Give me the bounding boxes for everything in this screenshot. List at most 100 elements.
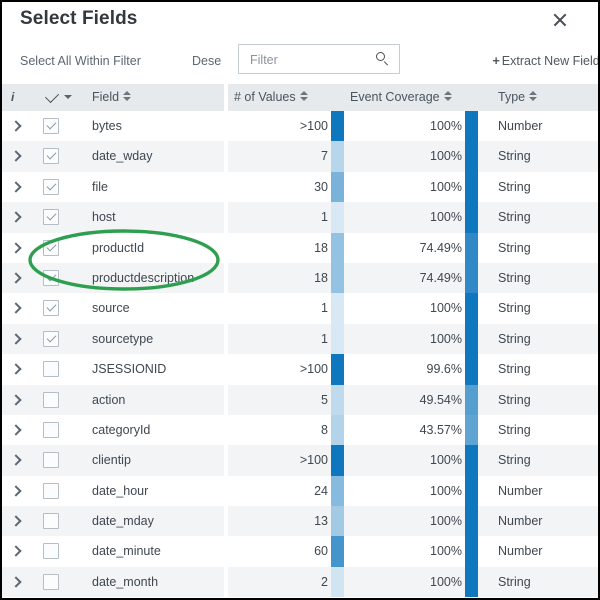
close-icon[interactable] <box>550 10 570 30</box>
row-checkbox[interactable] <box>43 452 59 468</box>
row-checkbox[interactable] <box>43 361 59 377</box>
row-checkbox[interactable] <box>43 422 59 438</box>
event-coverage: 100% <box>347 149 462 163</box>
num-values-bar <box>331 536 344 566</box>
num-values: 1 <box>228 301 328 315</box>
table-row[interactable]: host1100%String <box>2 202 598 232</box>
field-name: date_hour <box>92 484 148 498</box>
num-values: 8 <box>228 423 328 437</box>
row-checkbox[interactable] <box>43 392 59 408</box>
row-checkbox[interactable] <box>43 240 59 256</box>
row-checkbox[interactable] <box>43 331 59 347</box>
num-values: >100 <box>228 362 328 376</box>
num-values-bar <box>331 293 344 323</box>
table-row[interactable]: date_mday13100%Number <box>2 506 598 536</box>
num-values-bar <box>331 476 344 506</box>
deselect-all-button[interactable]: Dese <box>192 54 221 68</box>
row-checkbox[interactable] <box>43 179 59 195</box>
expand-row-chevron-right-icon[interactable] <box>11 149 20 163</box>
row-checkbox[interactable] <box>43 300 59 316</box>
table-row[interactable]: JSESSIONID>10099.6%String <box>2 354 598 384</box>
row-checkbox[interactable] <box>43 513 59 529</box>
expand-row-chevron-right-icon[interactable] <box>11 241 20 255</box>
expand-row-chevron-right-icon[interactable] <box>11 210 20 224</box>
table-row[interactable]: sourcetype1100%String <box>2 324 598 354</box>
expand-row-chevron-right-icon[interactable] <box>11 180 20 194</box>
column-header-field[interactable]: Field <box>92 90 131 104</box>
num-values-bar <box>331 324 344 354</box>
num-values: >100 <box>228 453 328 467</box>
field-type: String <box>498 393 531 407</box>
expand-row-chevron-right-icon[interactable] <box>11 514 20 528</box>
event-coverage: 100% <box>347 484 462 498</box>
expand-row-chevron-right-icon[interactable] <box>11 332 20 346</box>
table-row[interactable]: date_hour24100%Number <box>2 476 598 506</box>
row-checkbox[interactable] <box>43 209 59 225</box>
table-row[interactable]: bytes>100100%Number <box>2 111 598 141</box>
table-row[interactable]: date_minute60100%Number <box>2 536 598 566</box>
num-values: 24 <box>228 484 328 498</box>
extract-new-fields-label: Extract New Fields <box>502 54 600 68</box>
expand-row-chevron-right-icon[interactable] <box>11 544 20 558</box>
event-coverage: 100% <box>347 332 462 346</box>
table-row[interactable]: productId1874.49%String <box>2 233 598 263</box>
expand-row-chevron-right-icon[interactable] <box>11 119 20 133</box>
select-all-within-filter-button[interactable]: Select All Within Filter <box>20 54 141 68</box>
column-header-event-coverage[interactable]: Event Coverage <box>350 90 452 104</box>
table-row[interactable]: source1100%String <box>2 293 598 323</box>
expand-row-chevron-right-icon[interactable] <box>11 423 20 437</box>
field-name: productdescription <box>92 271 194 285</box>
row-checkbox[interactable] <box>43 148 59 164</box>
event-coverage: 49.54% <box>347 393 462 407</box>
column-header-event-coverage-label: Event Coverage <box>350 90 440 104</box>
table-row[interactable]: date_month2100%String <box>2 567 598 597</box>
expand-row-chevron-right-icon[interactable] <box>11 453 20 467</box>
row-checkbox[interactable] <box>43 574 59 590</box>
num-values: 1 <box>228 210 328 224</box>
num-values: 2 <box>228 575 328 589</box>
num-values: 18 <box>228 241 328 255</box>
filter-search-box[interactable] <box>238 44 400 74</box>
sort-icon <box>300 91 308 102</box>
sort-icon <box>444 91 452 102</box>
event-coverage: 100% <box>347 575 462 589</box>
field-type: String <box>498 332 531 346</box>
event-coverage-bar <box>465 415 478 445</box>
num-values: 18 <box>228 271 328 285</box>
row-checkbox[interactable] <box>43 118 59 134</box>
table-row[interactable]: file30100%String <box>2 172 598 202</box>
num-values: 60 <box>228 544 328 558</box>
event-coverage: 100% <box>347 180 462 194</box>
row-checkbox[interactable] <box>43 543 59 559</box>
field-name: date_minute <box>92 544 161 558</box>
search-input[interactable] <box>248 45 374 75</box>
check-icon <box>45 89 59 103</box>
table-row[interactable]: categoryId843.57%String <box>2 415 598 445</box>
expand-row-chevron-right-icon[interactable] <box>11 484 20 498</box>
event-coverage: 99.6% <box>347 362 462 376</box>
column-header-num-values[interactable]: # of Values <box>234 90 308 104</box>
table-row[interactable]: productdescription1874.49%String <box>2 263 598 293</box>
num-values-bar <box>331 263 344 293</box>
expand-row-chevron-right-icon[interactable] <box>11 271 20 285</box>
row-checkbox[interactable] <box>43 483 59 499</box>
column-header-type[interactable]: Type <box>498 90 537 104</box>
field-name: bytes <box>92 119 122 133</box>
table-row[interactable]: clientip>100100%String <box>2 445 598 475</box>
field-type: Number <box>498 119 542 133</box>
num-values-bar <box>331 506 344 536</box>
row-checkbox[interactable] <box>43 270 59 286</box>
select-all-checkbox-menu[interactable] <box>46 90 72 104</box>
expand-row-chevron-right-icon[interactable] <box>11 393 20 407</box>
table-row[interactable]: action549.54%String <box>2 385 598 415</box>
event-coverage-bar <box>465 233 478 263</box>
table-header-row: i Field # of Values Event Coverage Type <box>2 84 598 111</box>
expand-row-chevron-right-icon[interactable] <box>11 301 20 315</box>
expand-row-chevron-right-icon[interactable] <box>11 575 20 589</box>
extract-new-fields-button[interactable]: +Extract New Fields <box>492 54 600 68</box>
table-row[interactable]: date_wday7100%String <box>2 141 598 171</box>
event-coverage-bar <box>465 536 478 566</box>
expand-row-chevron-right-icon[interactable] <box>11 362 20 376</box>
field-type: String <box>498 149 531 163</box>
event-coverage-bar <box>465 385 478 415</box>
